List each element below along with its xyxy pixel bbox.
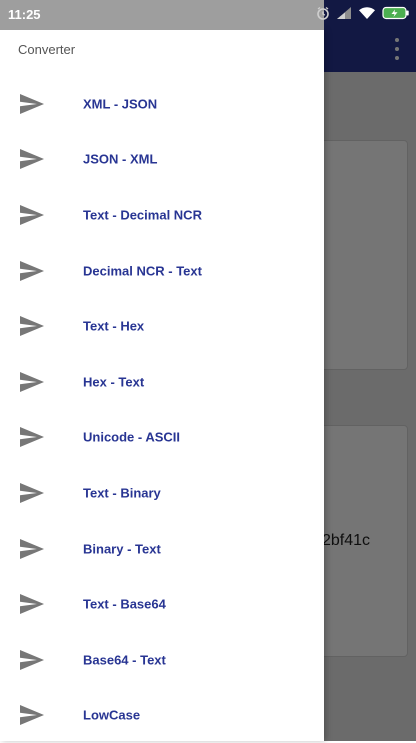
nav-item-lowcase[interactable]: LowCase <box>0 688 324 743</box>
send-icon <box>19 538 45 560</box>
nav-item-label: Base64 - Text <box>83 652 166 668</box>
drawer-title: Converter <box>18 42 76 57</box>
status-bar-drawer-area <box>0 0 324 30</box>
send-icon <box>19 426 45 448</box>
nav-item-json-xml[interactable]: JSON - XML <box>0 132 324 188</box>
nav-item-label: Text - Binary <box>83 485 161 501</box>
send-icon <box>19 371 45 393</box>
nav-item-label: Binary - Text <box>83 541 161 557</box>
nav-item-label: Unicode - ASCII <box>83 429 181 445</box>
nav-item-base64-text[interactable]: Base64 - Text <box>0 632 324 688</box>
send-icon <box>19 482 45 504</box>
nav-item-label: Text - Decimal NCR <box>83 207 202 223</box>
navigation-drawer: Converter XML - JSON JSON - XML Text - D… <box>0 30 324 741</box>
status-bar: 11:25 <box>0 0 416 30</box>
send-icon <box>19 148 45 170</box>
nav-item-label: LowCase <box>83 707 141 723</box>
send-icon <box>19 704 45 726</box>
nav-item-text-binary[interactable]: Text - Binary <box>0 465 324 521</box>
send-icon <box>19 593 45 615</box>
send-icon <box>19 260 45 282</box>
nav-item-hex-text[interactable]: Hex - Text <box>0 354 324 410</box>
send-icon <box>19 93 45 115</box>
nav-item-label: JSON - XML <box>83 151 158 167</box>
alarm-icon <box>316 6 330 25</box>
nav-item-binary-text[interactable]: Binary - Text <box>0 521 324 577</box>
wifi-icon <box>358 6 376 25</box>
nav-item-xml-json[interactable]: XML - JSON <box>0 76 324 132</box>
nav-item-decimal-ncr-text[interactable]: Decimal NCR - Text <box>0 243 324 299</box>
nav-item-label: XML - JSON <box>83 96 158 112</box>
nav-item-label: Text - Hex <box>83 318 145 334</box>
nav-item-text-decimal-ncr[interactable]: Text - Decimal NCR <box>0 187 324 243</box>
nav-item-label: Decimal NCR - Text <box>83 263 202 279</box>
nav-item-label: Text - Base64 <box>83 596 166 612</box>
battery-icon <box>382 6 410 25</box>
nav-item-label: Hex - Text <box>83 374 145 390</box>
send-icon <box>19 204 45 226</box>
nav-item-unicode-ascii[interactable]: Unicode - ASCII <box>0 410 324 466</box>
signal-icon <box>336 6 352 25</box>
send-icon <box>19 649 45 671</box>
send-icon <box>19 315 45 337</box>
nav-item-text-hex[interactable]: Text - Hex <box>0 298 324 354</box>
nav-list: XML - JSON JSON - XML Text - Decimal NCR… <box>0 76 324 743</box>
status-time: 11:25 <box>8 7 41 22</box>
status-icons <box>316 6 410 25</box>
nav-item-text-base64[interactable]: Text - Base64 <box>0 576 324 632</box>
